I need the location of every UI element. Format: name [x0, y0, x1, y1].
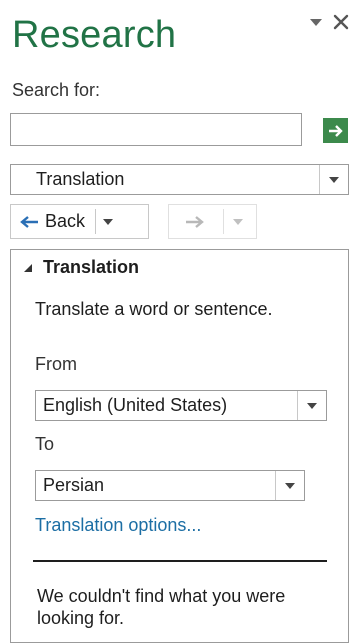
- translation-section-header[interactable]: Translation: [23, 257, 139, 278]
- dropdown-arrow[interactable]: [297, 391, 326, 420]
- title-controls: [309, 14, 349, 30]
- to-language-dropdown[interactable]: Persian: [35, 470, 305, 501]
- research-service-value: Translation: [36, 169, 125, 189]
- back-button[interactable]: Back: [10, 204, 149, 239]
- back-label: Back: [45, 211, 86, 231]
- from-language-dropdown[interactable]: English (United States): [35, 390, 327, 421]
- no-results-message: We couldn't find what you were looking f…: [37, 586, 286, 628]
- triangle-expanded-icon: [24, 263, 32, 272]
- forward-history-dropdown[interactable]: [232, 218, 244, 226]
- close-icon: [333, 14, 349, 30]
- forward-button[interactable]: [168, 204, 257, 239]
- arrow-right-icon: [328, 124, 343, 137]
- chevron-down-icon: [310, 19, 322, 26]
- section-title: Translation: [43, 257, 140, 277]
- results-panel: Translation Translate a word or sentence…: [10, 249, 349, 643]
- arrow-left-icon: [20, 215, 38, 228]
- back-history-dropdown[interactable]: [102, 218, 114, 226]
- to-label: To: [35, 434, 55, 454]
- close-button[interactable]: [333, 14, 349, 30]
- research-service-dropdown[interactable]: Translation: [10, 164, 349, 195]
- chevron-down-icon: [233, 218, 243, 225]
- start-search-button[interactable]: [323, 118, 348, 143]
- chevron-down-icon: [103, 218, 114, 225]
- to-language-value: Persian: [43, 475, 105, 495]
- pane-title: Research: [12, 14, 177, 56]
- chevron-down-icon: [307, 402, 317, 409]
- dropdown-arrow[interactable]: [319, 165, 348, 194]
- from-label: From: [35, 354, 77, 374]
- search-input[interactable]: [10, 113, 302, 146]
- divider: [223, 209, 224, 234]
- translation-options-link[interactable]: Translation options...: [35, 515, 201, 536]
- divider: [95, 209, 97, 234]
- chevron-down-icon: [285, 482, 295, 489]
- from-language-value: English (United States): [43, 395, 228, 415]
- section-divider: [33, 560, 327, 562]
- section-description: Translate a word or sentence.: [35, 299, 273, 319]
- chevron-down-icon: [329, 176, 339, 183]
- arrow-right-icon: [186, 215, 204, 228]
- dropdown-arrow[interactable]: [275, 471, 304, 500]
- search-label: Search for:: [12, 80, 101, 100]
- pane-options-button[interactable]: [309, 17, 323, 27]
